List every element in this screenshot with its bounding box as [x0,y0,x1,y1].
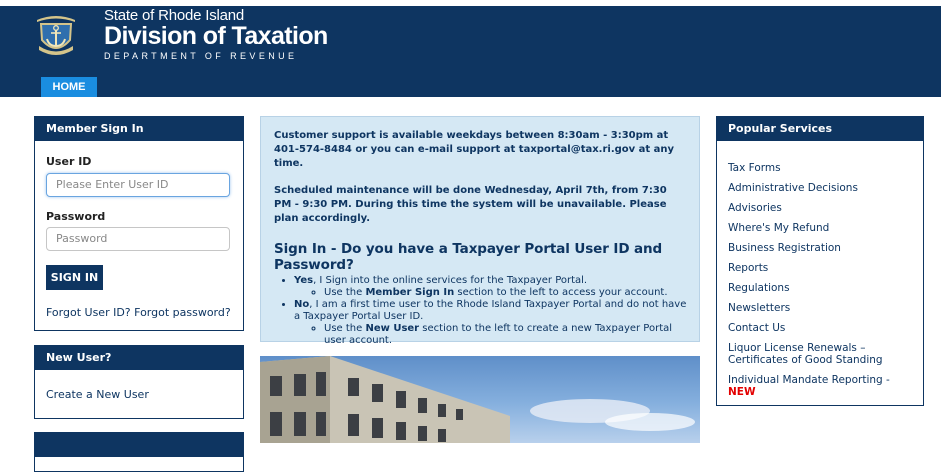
building-illustration [260,356,695,443]
state-name: State of Rhode Island [104,7,245,24]
service-newsletters[interactable]: Newsletters [728,302,918,314]
building-photo [260,356,700,443]
option-no: No, I am a first time user to the Rhode … [294,299,687,347]
option-no-sub-pre: Use the [324,323,366,334]
service-business-registration[interactable]: Business Registration [728,242,918,254]
option-no-text: , I am a first time user to the Rhode Is… [294,299,687,322]
option-yes-sub-strong: Member Sign In [365,287,455,298]
signin-question-heading: Sign In - Do you have a Taxpayer Portal … [274,241,663,273]
service-reports[interactable]: Reports [728,262,918,274]
new-user-panel: New User? Create a New User [34,345,244,419]
support-notice: Customer support is available weekdays b… [274,130,675,169]
signin-button[interactable]: SIGN IN [46,265,103,290]
forgot-credentials-link[interactable]: Forgot User ID? Forgot password? [46,306,231,319]
maintenance-notice: Scheduled maintenance will be done Wedne… [274,185,667,224]
division-name: Division of Taxation [104,22,328,50]
service-administrative-decisions[interactable]: Administrative Decisions [728,182,918,194]
option-yes-strong: Yes [294,275,314,286]
popular-services-panel: Popular Services Tax Forms Administrativ… [716,116,924,406]
third-sidebar-panel [34,432,244,472]
user-id-label: User ID [46,155,92,168]
user-id-input[interactable]: Please Enter User ID [46,173,230,197]
option-no-sub: Use the New User section to the left to … [324,323,687,347]
member-signin-panel: Member Sign In User ID Please Enter User… [34,116,244,331]
password-input[interactable]: Password [46,227,230,251]
popular-services-list: Tax Forms Administrative Decisions Advis… [728,162,918,406]
create-new-user-link[interactable]: Create a New User [46,388,149,401]
third-panel-header [35,433,243,457]
popular-services-title: Popular Services [717,117,923,141]
info-notice-box: Customer support is available weekdays b… [260,116,700,346]
option-no-sub-strong: New User [365,323,420,334]
service-tax-forms[interactable]: Tax Forms [728,162,918,174]
option-no-strong: No [294,299,310,310]
service-contact-us[interactable]: Contact Us [728,322,918,334]
brand-block[interactable]: State of Rhode Island Division of Taxati… [104,8,328,62]
service-individual-mandate-label: Individual Mandate Reporting - [728,374,890,386]
new-user-title: New User? [35,346,243,370]
password-label: Password [46,210,106,223]
site-header: State of Rhode Island Division of Taxati… [0,6,941,97]
option-yes-text: , I Sign into the online services for th… [313,275,588,286]
service-advisories[interactable]: Advisories [728,202,918,214]
service-liquor-license-renewals[interactable]: Liquor License Renewals – Certificates o… [728,342,918,366]
option-yes: Yes, I Sign into the online services for… [294,275,687,299]
member-signin-title: Member Sign In [35,117,243,141]
service-regulations[interactable]: Regulations [728,282,918,294]
new-badge: NEW [728,386,756,398]
service-wheres-my-refund[interactable]: Where's My Refund [728,222,918,234]
nav-home-tab[interactable]: HOME [41,77,97,97]
department-name: DEPARTMENT OF REVENUE [104,51,298,61]
option-yes-sub-pre: Use the [324,287,366,298]
anchor-seal-icon[interactable] [33,12,79,58]
signin-options-list: Yes, I Sign into the online services for… [274,275,687,347]
option-yes-sub-post: section to the left to access your accou… [454,287,668,298]
option-yes-sub: Use the Member Sign In section to the le… [324,287,687,299]
service-individual-mandate[interactable]: Individual Mandate Reporting - NEW [728,374,918,398]
